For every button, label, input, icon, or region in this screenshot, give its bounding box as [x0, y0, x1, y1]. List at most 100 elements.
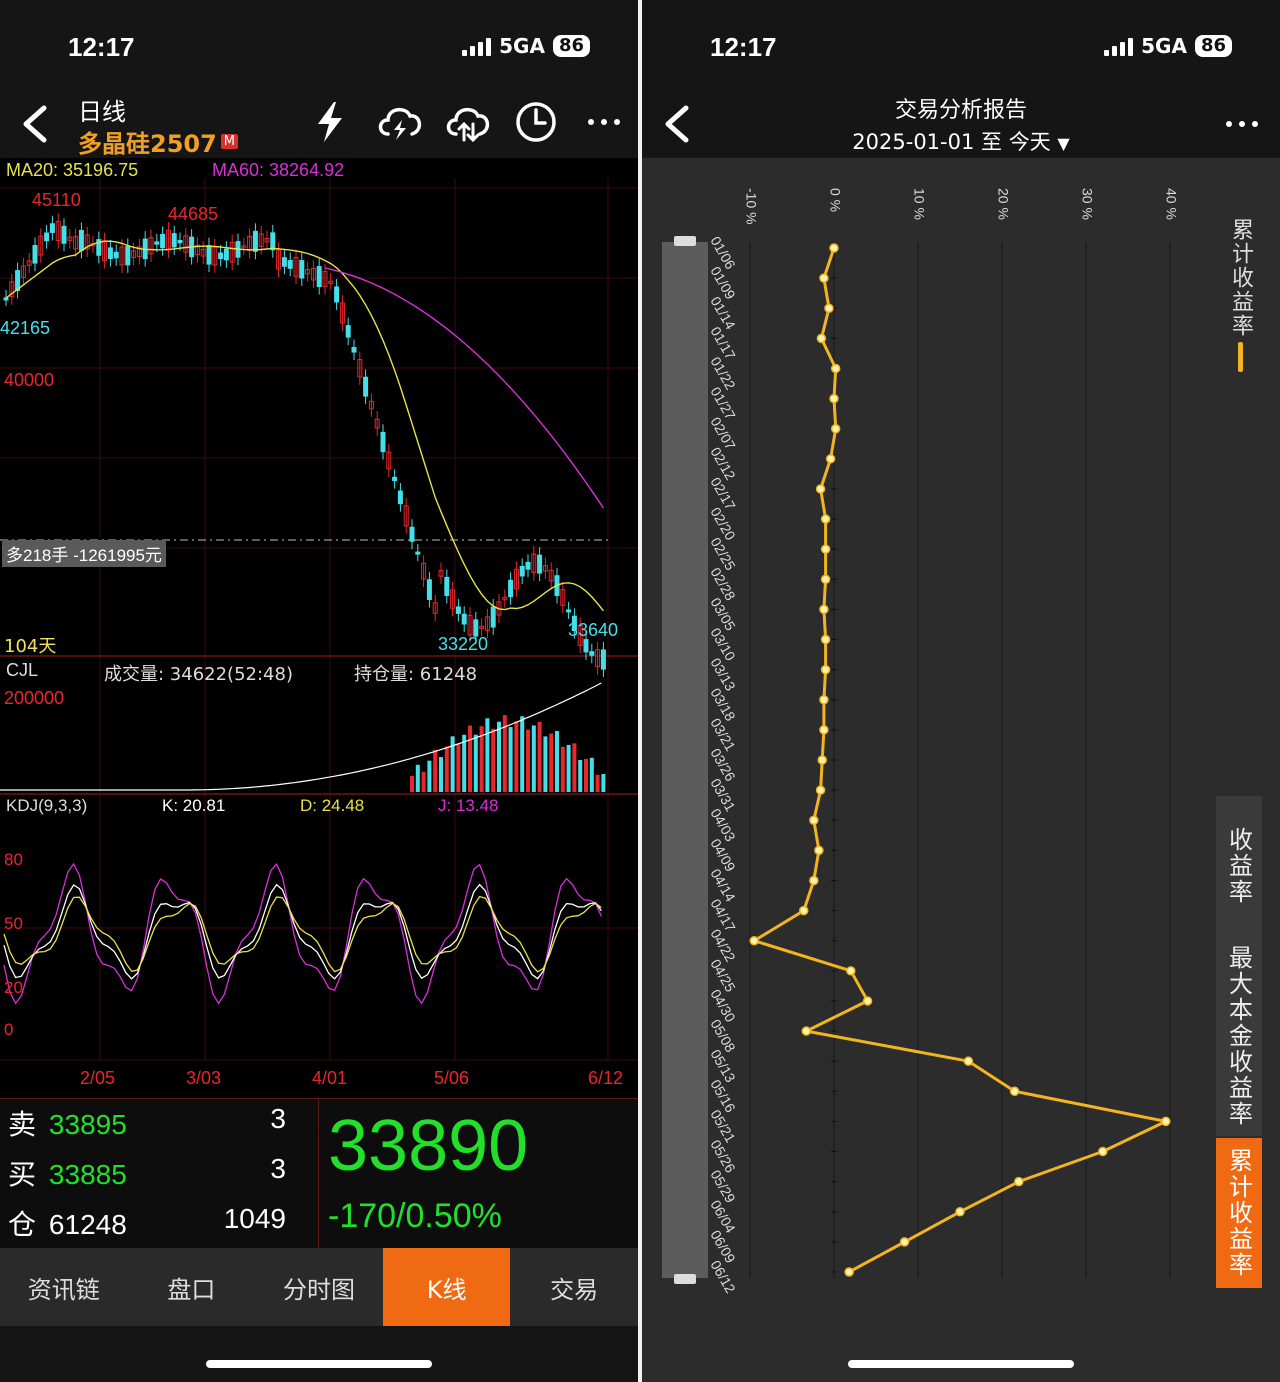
- tab-order-book[interactable]: 盘口: [128, 1248, 256, 1326]
- volume-bar: [491, 728, 496, 792]
- sell-row[interactable]: 卖 33895 3: [8, 1103, 308, 1149]
- buy-row[interactable]: 买 33885 3: [8, 1153, 308, 1199]
- range-handle-top: [674, 236, 696, 246]
- volume-bar: [578, 759, 583, 792]
- home-indicator[interactable]: [206, 1360, 432, 1368]
- volume-bar: [537, 721, 542, 792]
- price-low-left-label: 42165: [0, 318, 51, 338]
- candle: [537, 554, 543, 574]
- data-point: [816, 333, 827, 344]
- data-point: [830, 363, 841, 374]
- battery-icon: 86: [1194, 35, 1232, 57]
- data-point: [817, 755, 827, 765]
- candle: [252, 230, 258, 252]
- tab-cumulative-return[interactable]: 累计收益率: [1216, 1138, 1262, 1288]
- kdj-tick-20: 20: [4, 978, 23, 997]
- price-high-label: 45110: [32, 190, 81, 210]
- tab-trade[interactable]: 交易: [510, 1248, 638, 1326]
- tab-return[interactable]: 收益率: [1216, 796, 1262, 936]
- bottom-tab-bar: 资讯链 盘口 分时图 K线 交易: [0, 1248, 638, 1326]
- candle: [455, 606, 461, 614]
- oi-value: 61248: [48, 1209, 127, 1240]
- return-chart[interactable]: -10 % 0 % 10 % 20 % 30 % 40 % 01/06 01/09 01/14 0…: [642, 158, 1202, 1298]
- date-range-selector[interactable]: 2025-01-01 至 今天 ▼: [642, 126, 1280, 156]
- last-price: 33890: [328, 1106, 529, 1186]
- volume-bar: [526, 729, 530, 792]
- data-point: [955, 1207, 965, 1217]
- date-label: 4/01: [312, 1068, 348, 1088]
- oi-label: 仓: [8, 1208, 37, 1241]
- candle: [171, 233, 177, 248]
- home-indicator[interactable]: [848, 1360, 1074, 1368]
- candle: [299, 260, 305, 279]
- kdj-tick-50: 50: [4, 914, 23, 933]
- candle: [218, 252, 224, 260]
- data-point: [799, 905, 809, 916]
- more-icon[interactable]: [586, 114, 622, 133]
- volume-bar: [427, 760, 432, 792]
- data-point: [1098, 1146, 1108, 1157]
- right-screen: 12:17 5GA 86 交易分析报告 2025-01-01 至 今天 ▼ -1…: [642, 0, 1280, 1382]
- back-button[interactable]: [14, 102, 58, 146]
- open-interest-label: 持仓量: 61248: [354, 664, 478, 685]
- tab-kline[interactable]: K线: [382, 1248, 511, 1326]
- tab-max-principal-return[interactable]: 最大本金收益率: [1216, 936, 1262, 1136]
- data-point: [862, 996, 873, 1006]
- oi-change: 1049: [223, 1203, 286, 1234]
- legend-label: 累计收益率: [1228, 218, 1253, 338]
- data-point: [820, 514, 831, 524]
- volume-bar: [589, 757, 594, 792]
- cloud-flash-icon[interactable]: [376, 100, 424, 148]
- data-point: [1009, 1086, 1020, 1097]
- volume-bar: [485, 718, 490, 792]
- clock-icon[interactable]: [514, 100, 558, 148]
- data-point: [749, 935, 759, 946]
- contract-name[interactable]: 多晶硅2507: [78, 124, 217, 159]
- status-bar: 12:17 5GA 86: [0, 0, 638, 90]
- x-tick-label: 10 %: [911, 188, 927, 220]
- data-point: [829, 243, 839, 253]
- volume-bar: [549, 733, 554, 792]
- page-title: 交易分析报告: [894, 98, 1027, 123]
- volume-bar: [497, 721, 501, 792]
- x-tick-label: 0 %: [827, 188, 843, 212]
- candle: [32, 245, 38, 264]
- data-point: [846, 966, 856, 976]
- date-label: 6/12: [588, 1068, 624, 1088]
- x-tick-label: 40 %: [1163, 188, 1179, 220]
- candle: [363, 376, 369, 397]
- cloud-sync-icon[interactable]: [444, 100, 492, 148]
- volume-bar: [566, 744, 571, 792]
- data-point: [829, 393, 839, 404]
- price-low1-label: 33220: [438, 634, 489, 654]
- days-label: 104天: [4, 636, 57, 657]
- data-point: [809, 815, 819, 825]
- kline-chart[interactable]: MA20: 35196.75 MA60: 38264.92 45110 4468…: [0, 158, 638, 1098]
- status-time: 12:17: [68, 32, 135, 62]
- tab-news-chain[interactable]: 资讯链: [0, 1248, 128, 1326]
- more-icon[interactable]: [1224, 116, 1260, 135]
- data-point: [819, 604, 829, 615]
- data-point: [815, 785, 826, 795]
- volume-bar: [462, 734, 467, 792]
- volume-bar: [439, 757, 443, 792]
- volume-bar: [415, 764, 420, 792]
- data-point: [844, 1267, 854, 1277]
- volume-bar: [531, 725, 536, 792]
- candle: [154, 241, 160, 245]
- data-point: [820, 574, 831, 585]
- candle: [600, 649, 606, 670]
- flash-icon[interactable]: [310, 100, 350, 148]
- buy-price: 33885: [48, 1159, 127, 1190]
- tab-timeshare[interactable]: 分时图: [255, 1248, 383, 1326]
- data-point: [819, 725, 829, 735]
- data-point: [830, 423, 841, 434]
- position-label[interactable]: 多218手 -1261995元: [2, 540, 166, 567]
- candle: [78, 229, 84, 251]
- candle: [177, 240, 183, 244]
- battery-icon: 86: [552, 35, 590, 57]
- candle: [281, 257, 287, 267]
- period-label: 日线: [78, 98, 126, 126]
- network-label: 5GA: [1141, 34, 1187, 58]
- volume-bar: [601, 774, 606, 792]
